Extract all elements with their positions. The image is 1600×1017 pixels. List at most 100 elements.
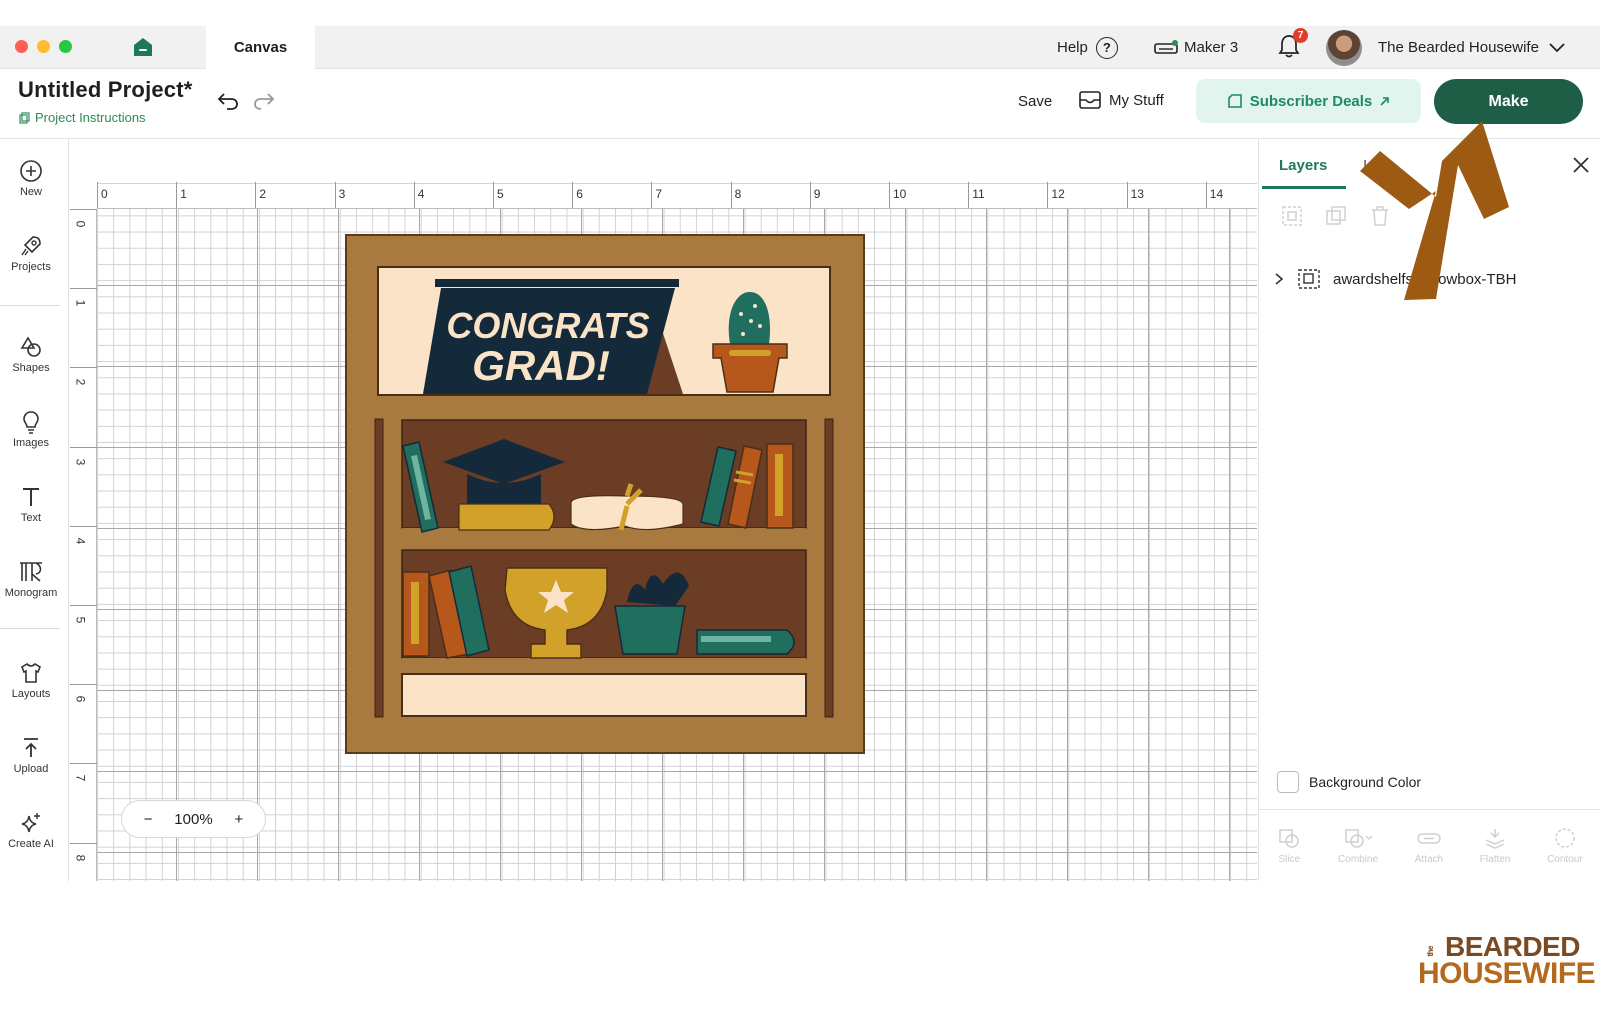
user-menu[interactable]: The Bearded Housewife <box>1378 26 1565 69</box>
shirt-icon <box>21 662 41 683</box>
ruler-h-label: 0 <box>101 187 108 201</box>
ruler-h-tick <box>968 182 970 208</box>
tool-upload[interactable]: Upload <box>0 736 62 775</box>
inbox-icon <box>1079 91 1101 109</box>
ruler-h-label: 2 <box>259 187 267 201</box>
ruler-h-tick <box>413 182 415 208</box>
shadowbox-design[interactable]: CONGRATS GRAD! <box>345 234 865 754</box>
background-color-label: Background Color <box>1309 774 1422 790</box>
combine-label: Combine <box>1338 853 1379 865</box>
flatten-button[interactable]: Flatten <box>1480 827 1510 865</box>
window-minimize-button[interactable] <box>37 40 50 53</box>
text-t-icon <box>23 488 39 506</box>
ruler-h-tick <box>1047 182 1049 208</box>
ruler-v-tick <box>70 446 97 448</box>
ruler-h-label: 13 <box>1130 187 1144 201</box>
window-close-button[interactable] <box>15 40 28 53</box>
ruler-h-label: 9 <box>813 187 821 201</box>
window-zoom-button[interactable] <box>59 40 72 53</box>
group-icon[interactable] <box>1281 205 1303 227</box>
zoom-out-button[interactable]: − <box>144 811 153 828</box>
ruler-v-label: 1 <box>73 299 88 307</box>
ruler-h-label: 11 <box>972 187 985 201</box>
brand-the: the <box>1426 945 1435 957</box>
my-stuff-button[interactable]: My Stuff <box>1079 91 1164 109</box>
ruler-h-tick <box>493 182 494 208</box>
undo-icon[interactable] <box>216 91 240 111</box>
tab-layers[interactable]: Layers <box>1279 157 1327 174</box>
ruler-h-label: 10 <box>893 187 907 201</box>
home-icon[interactable] <box>133 37 153 57</box>
annotation-arrow <box>1360 121 1509 300</box>
tool-text[interactable]: Text <box>0 485 62 524</box>
chevron-right-icon[interactable] <box>1273 272 1285 286</box>
tool-label: Shapes <box>12 362 50 374</box>
tag-icon <box>1227 94 1242 108</box>
attach-button[interactable]: Attach <box>1415 827 1443 865</box>
tool-new[interactable]: New <box>0 159 62 198</box>
ruler-h-tick <box>651 182 653 208</box>
design-canvas[interactable]: 0 1 2 3 4 5 6 7 8 9 10 11 12 13 14 012345678 CONGRATS … <box>70 139 1257 881</box>
slice-label: Slice <box>1278 853 1301 865</box>
brand-logo: the BEARDED HOUSEWIFE <box>1418 933 1596 989</box>
project-instructions-link[interactable]: Project Instructions <box>19 110 146 125</box>
flatten-icon <box>1485 828 1505 849</box>
ruler-h-tick <box>889 182 890 208</box>
ruler-h-label: 6 <box>576 187 583 201</box>
background-color-checkbox[interactable] <box>1277 771 1299 793</box>
plant-pot <box>614 605 686 655</box>
ruler-v-tick <box>70 209 97 210</box>
machine-selector[interactable]: Maker 3 <box>1154 26 1238 69</box>
project-title[interactable]: Untitled Project* <box>18 77 193 103</box>
tool-shapes[interactable]: Shapes <box>0 335 62 374</box>
ruler-h-label: 8 <box>734 187 742 201</box>
ruler-h-tick <box>1126 182 1128 208</box>
plus-circle-icon <box>20 160 42 182</box>
background-color-option[interactable]: Background Color <box>1277 771 1421 793</box>
redo-icon[interactable] <box>252 91 276 111</box>
slice-icon <box>1279 828 1300 848</box>
ruler-h-tick <box>809 182 811 208</box>
ruler-h-tick <box>572 182 574 208</box>
ruler-v-tick <box>70 763 97 765</box>
zoom-in-button[interactable]: + <box>234 811 243 828</box>
ruler-v-label: 3 <box>73 458 88 465</box>
ruler-h-tick <box>1205 182 1207 208</box>
sparkle-icon <box>21 813 40 833</box>
tool-label: Create AI <box>8 838 54 850</box>
ruler-v-label: 5 <box>73 616 88 624</box>
tool-create-ai[interactable]: Create AI <box>0 811 62 850</box>
tool-projects[interactable]: Projects <box>0 234 62 273</box>
ruler-v-tick <box>70 367 97 369</box>
slice-button[interactable]: Slice <box>1277 827 1301 865</box>
toolbar-divider <box>0 305 60 306</box>
upload-icon <box>24 738 38 757</box>
monogram-icon <box>20 562 42 582</box>
ruler-h-label: 4 <box>417 187 425 201</box>
ruler-h-label: 12 <box>1051 187 1065 201</box>
contour-label: Contour <box>1547 853 1583 865</box>
help-icon: ? <box>1095 36 1118 59</box>
zoom-control: − 100% + <box>121 800 266 838</box>
tool-layouts[interactable]: Layouts <box>0 661 62 700</box>
shapes-icon <box>20 336 41 357</box>
ruler-h-label: 1 <box>180 187 187 201</box>
zoom-level: 100% <box>174 810 213 828</box>
duplicate-icon[interactable] <box>1325 205 1347 227</box>
tab-canvas[interactable]: Canvas <box>206 26 315 69</box>
ruler-h-label: 5 <box>497 187 504 201</box>
ruler-v-label: 7 <box>73 775 88 782</box>
avatar[interactable] <box>1326 30 1362 66</box>
ruler-v-tick <box>70 684 97 686</box>
tool-monogram[interactable]: Monogram <box>0 560 62 599</box>
tool-label: Text <box>20 512 42 524</box>
save-button[interactable]: Save <box>1018 93 1052 110</box>
help-button[interactable]: Help ? <box>1057 26 1118 69</box>
contour-button[interactable]: Contour <box>1547 827 1583 865</box>
ruler-v-tick <box>70 842 97 844</box>
close-icon[interactable] <box>1571 155 1591 175</box>
tool-images[interactable]: Images <box>0 410 62 449</box>
title-bar: Canvas Help ? Maker 3 7 The Bearded Hous… <box>0 26 1600 69</box>
tool-label: Images <box>12 437 50 449</box>
combine-button[interactable]: Combine <box>1338 827 1378 865</box>
